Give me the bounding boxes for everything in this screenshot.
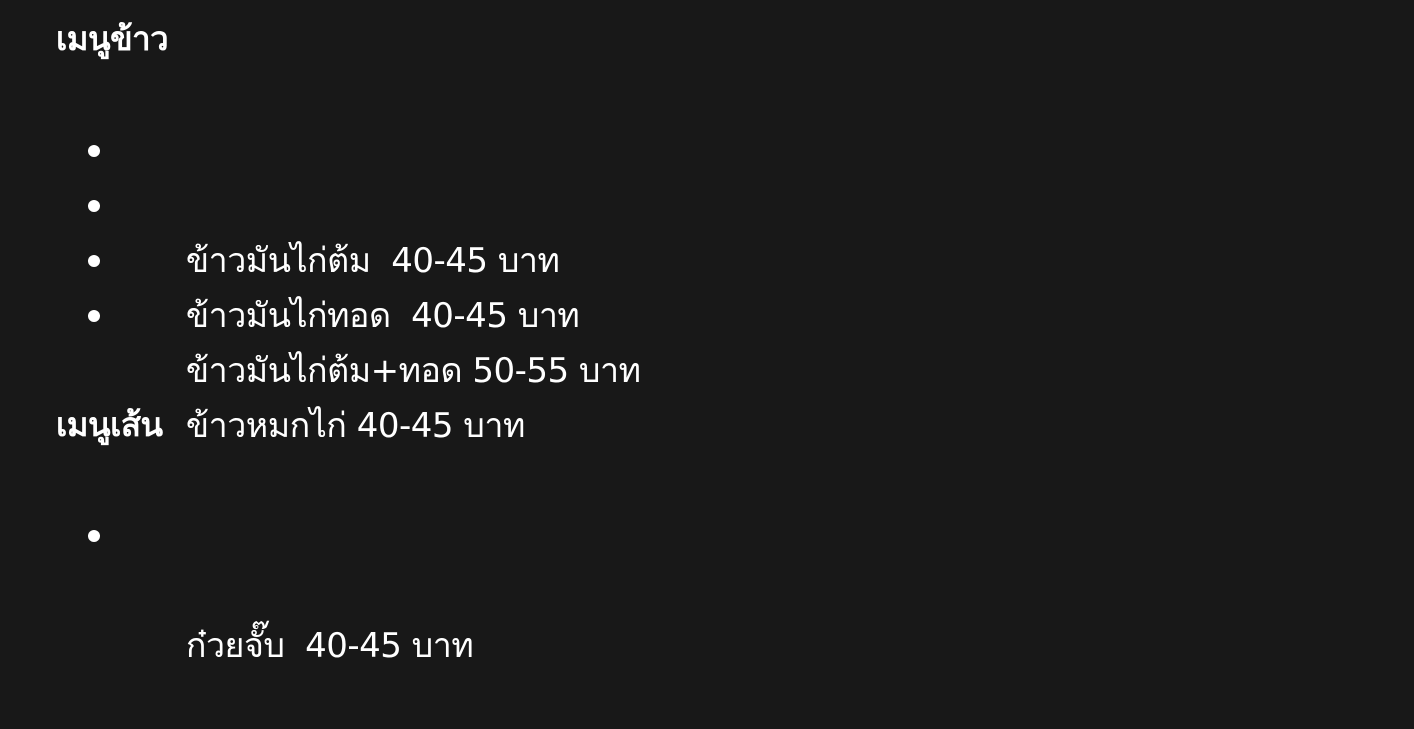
list-item: ก๋วยจั๊บ 40-45 บาท — [86, 509, 474, 666]
menu-item-text: ข้าวหมกไก่ 40-45 บาท — [185, 406, 526, 446]
bullet-icon — [88, 530, 100, 542]
menu-item-text: ข้าวมันไก่ต้ม+ทอด 50-55 บาท — [185, 351, 641, 391]
list-item: ข้าวมันไก่ต้ม 40-45 บาท — [86, 124, 641, 281]
bullet-icon — [88, 145, 100, 157]
bullet-icon — [88, 310, 100, 322]
list-item: ข้าวมันไก่ทอด 40-45 บาท — [86, 179, 641, 336]
list-item: ข้าวมันไก่ต้ม+ทอด 50-55 บาท — [86, 234, 641, 391]
bullet-icon — [88, 255, 100, 267]
menu-item-text: ก๋วยจั๊บ 40-45 บาท — [185, 626, 474, 666]
rice-menu-list: ข้าวมันไก่ต้ม 40-45 บาท ข้าวมันไก่ทอด 40… — [86, 124, 641, 446]
noodle-menu-list: ก๋วยจั๊บ 40-45 บาท — [86, 509, 474, 666]
noodle-menu-heading: เมนูเส้น — [56, 405, 163, 444]
list-item: ข้าวหมกไก่ 40-45 บาท — [86, 289, 641, 446]
rice-menu-heading: เมนูข้าว — [56, 19, 169, 58]
bullet-icon — [88, 200, 100, 212]
